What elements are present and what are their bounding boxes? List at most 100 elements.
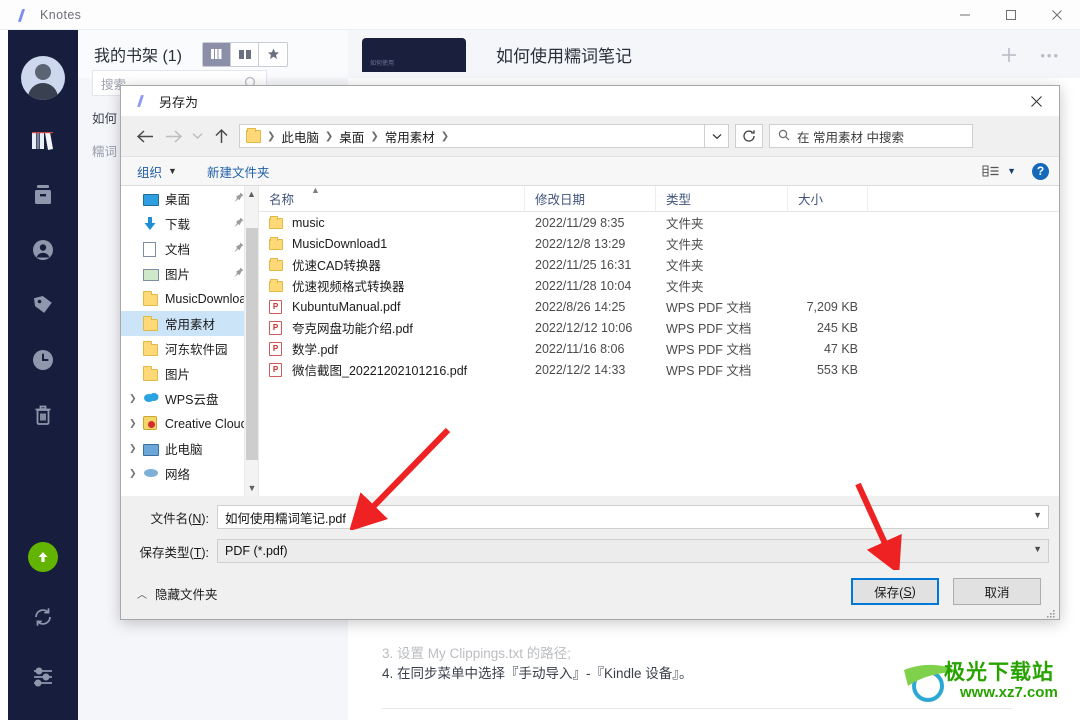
filetype-select[interactable]: PDF (*.pdf) ▼	[217, 539, 1049, 563]
chevron-down-icon[interactable]: ▼	[1033, 544, 1042, 554]
pin-icon[interactable]	[233, 192, 244, 206]
resize-handle[interactable]	[1046, 606, 1056, 618]
forward-arrow-icon[interactable]	[159, 122, 187, 150]
file-name-cell: music	[259, 216, 525, 230]
save-button[interactable]: 保存(S)	[851, 578, 939, 605]
new-folder-button[interactable]: 新建文件夹	[207, 162, 270, 181]
filename-input[interactable]: 如何使用糯词笔记.pdf ▼	[217, 505, 1049, 529]
table-row[interactable]: MusicDownload1 2022/12/8 13:29 文件夹	[259, 233, 1059, 254]
hide-folders-toggle[interactable]: ︿ 隐藏文件夹	[137, 584, 218, 603]
watermark-text: 极光下载站	[944, 661, 1054, 684]
breadcrumb-item[interactable]: 桌面	[339, 127, 364, 146]
table-row[interactable]: music 2022/11/29 8:35 文件夹	[259, 212, 1059, 233]
help-button[interactable]: ?	[1032, 162, 1049, 180]
author-icon[interactable]	[28, 235, 58, 265]
chevron-down-icon[interactable]	[705, 124, 729, 148]
search-input[interactable]: 在 常用素材 中搜索	[769, 124, 973, 148]
upload-icon[interactable]	[28, 542, 58, 572]
tree-item-文档[interactable]: 文档	[121, 236, 258, 261]
column-header-type[interactable]: 类型	[656, 186, 788, 211]
tree-item-图片[interactable]: 图片	[121, 261, 258, 286]
close-icon[interactable]	[1013, 86, 1059, 116]
maximize-button[interactable]	[988, 0, 1034, 30]
tree-item-Creative Cloud F[interactable]: ❯ Creative Cloud F	[121, 411, 258, 436]
chevron-right-icon[interactable]: ❯	[129, 468, 143, 479]
column-header-size[interactable]: 大小	[788, 186, 868, 211]
favorites-view-button[interactable]	[259, 42, 288, 66]
table-row[interactable]: 优速视频格式转换器 2022/11/28 10:04 文件夹	[259, 275, 1059, 296]
history-icon[interactable]	[28, 345, 58, 375]
chevron-right-icon[interactable]: ❯	[129, 418, 143, 429]
folder-icon	[143, 291, 159, 307]
archive-icon[interactable]	[28, 180, 58, 210]
tree-item-常用素材[interactable]: 常用素材	[121, 311, 258, 336]
tree-item-WPS云盘[interactable]: ❯ WPS云盘	[121, 386, 258, 411]
more-icon[interactable]: •••	[1040, 48, 1060, 63]
tree-item-网络[interactable]: ❯ 网络	[121, 461, 258, 486]
tree-item-下载[interactable]: 下载	[121, 211, 258, 236]
watermark: 极光下载站 www.xz7.com	[902, 654, 1072, 712]
navigation-tree: 桌面 下载 文档 图片 MusicDownloa 常用素材 河东软件园 图片 ❯ WPS云盘 ❯ Cr…	[121, 186, 259, 496]
column-header-date[interactable]: 修改日期	[525, 186, 656, 211]
tree-item-桌面[interactable]: 桌面	[121, 186, 258, 211]
refresh-icon[interactable]	[735, 124, 763, 148]
table-row[interactable]: P KubuntuManual.pdf 2022/8/26 14:25 WPS PDF…	[259, 296, 1059, 317]
table-row[interactable]: P 微信截图_20221202101216.pdf 2022/12/2 14:33 W…	[259, 359, 1059, 380]
screen: Knotes 我的书架 (1) 搜索 如何 糯词 如何使用 如何使用糯词笔记 •…	[0, 0, 1080, 720]
document-thumbnail[interactable]: 如何使用	[362, 38, 466, 72]
scroll-up-arrow-icon[interactable]: ▲	[245, 186, 258, 202]
table-row[interactable]: 优速CAD转换器 2022/11/25 16:31 文件夹	[259, 254, 1059, 275]
minimize-button[interactable]	[942, 0, 988, 30]
file-type: 文件夹	[666, 280, 704, 294]
book-view-button[interactable]	[231, 42, 260, 66]
app-logo-icon	[16, 8, 30, 22]
table-row[interactable]: P 夸克网盘功能介绍.pdf 2022/12/12 10:06 WPS PDF 文档 2…	[259, 317, 1059, 338]
organize-button[interactable]: 组织 ▼	[137, 162, 177, 181]
tree-item-此电脑[interactable]: ❯ 此电脑	[121, 436, 258, 461]
pin-icon[interactable]	[233, 267, 244, 281]
this-pc-icon	[143, 441, 159, 457]
scrollbar-thumb[interactable]	[246, 228, 258, 460]
cancel-button[interactable]: 取消	[953, 578, 1041, 605]
shelf-view-button[interactable]	[203, 42, 232, 66]
tree-item-图片[interactable]: 图片	[121, 361, 258, 386]
scroll-down-arrow-icon[interactable]: ▼	[245, 480, 258, 496]
file-date: 2022/8/26 14:25	[535, 299, 626, 314]
tags-icon[interactable]	[28, 290, 58, 320]
settings-sliders-icon[interactable]	[28, 662, 58, 692]
trash-icon[interactable]	[28, 400, 58, 430]
folder-icon	[143, 366, 159, 382]
back-arrow-icon[interactable]	[131, 122, 159, 150]
plus-icon[interactable]	[998, 44, 1020, 71]
table-row[interactable]: P 数学.pdf 2022/11/16 8:06 WPS PDF 文档 47 KB	[259, 338, 1059, 359]
file-date: 2022/11/16 8:06	[535, 341, 625, 356]
tree-item-河东软件园[interactable]: 河东软件园	[121, 336, 258, 361]
up-arrow-icon[interactable]	[207, 122, 235, 150]
tree-item-MusicDownloa[interactable]: MusicDownloa	[121, 286, 258, 311]
pin-icon[interactable]	[233, 217, 244, 231]
pin-icon[interactable]	[233, 242, 244, 256]
folder-icon	[143, 341, 159, 357]
doc-line: 3. 设置 My Clippings.txt 的路径;	[382, 646, 572, 661]
library-icon[interactable]	[28, 125, 58, 155]
view-options-icon[interactable]: ▼	[982, 164, 1016, 178]
close-button[interactable]	[1034, 0, 1080, 30]
tree-item-label: 桌面	[165, 193, 191, 207]
sync-icon[interactable]	[28, 602, 58, 632]
app-titlebar: Knotes	[0, 0, 1080, 30]
breadcrumb[interactable]: ❯ 此电脑 ❯ 桌面 ❯ 常用素材 ❯	[239, 124, 705, 148]
avatar[interactable]	[21, 56, 65, 100]
file-type: WPS PDF 文档	[666, 322, 752, 336]
breadcrumb-item[interactable]: 此电脑	[281, 127, 319, 146]
app-left-rail	[8, 30, 78, 720]
tree-scrollbar[interactable]: ▲ ▼	[244, 186, 258, 496]
breadcrumb-item[interactable]: 常用素材	[385, 127, 435, 146]
tree-item-label: 图片	[165, 268, 191, 282]
folder-icon	[143, 316, 159, 332]
chevron-down-icon[interactable]: ▼	[1033, 510, 1042, 520]
chevron-right-icon[interactable]: ❯	[129, 393, 143, 404]
column-header-name[interactable]: ▲ 名称	[259, 185, 525, 211]
file-type: WPS PDF 文档	[666, 343, 752, 357]
recent-dropdown-icon[interactable]	[187, 122, 207, 150]
chevron-right-icon[interactable]: ❯	[129, 443, 143, 454]
